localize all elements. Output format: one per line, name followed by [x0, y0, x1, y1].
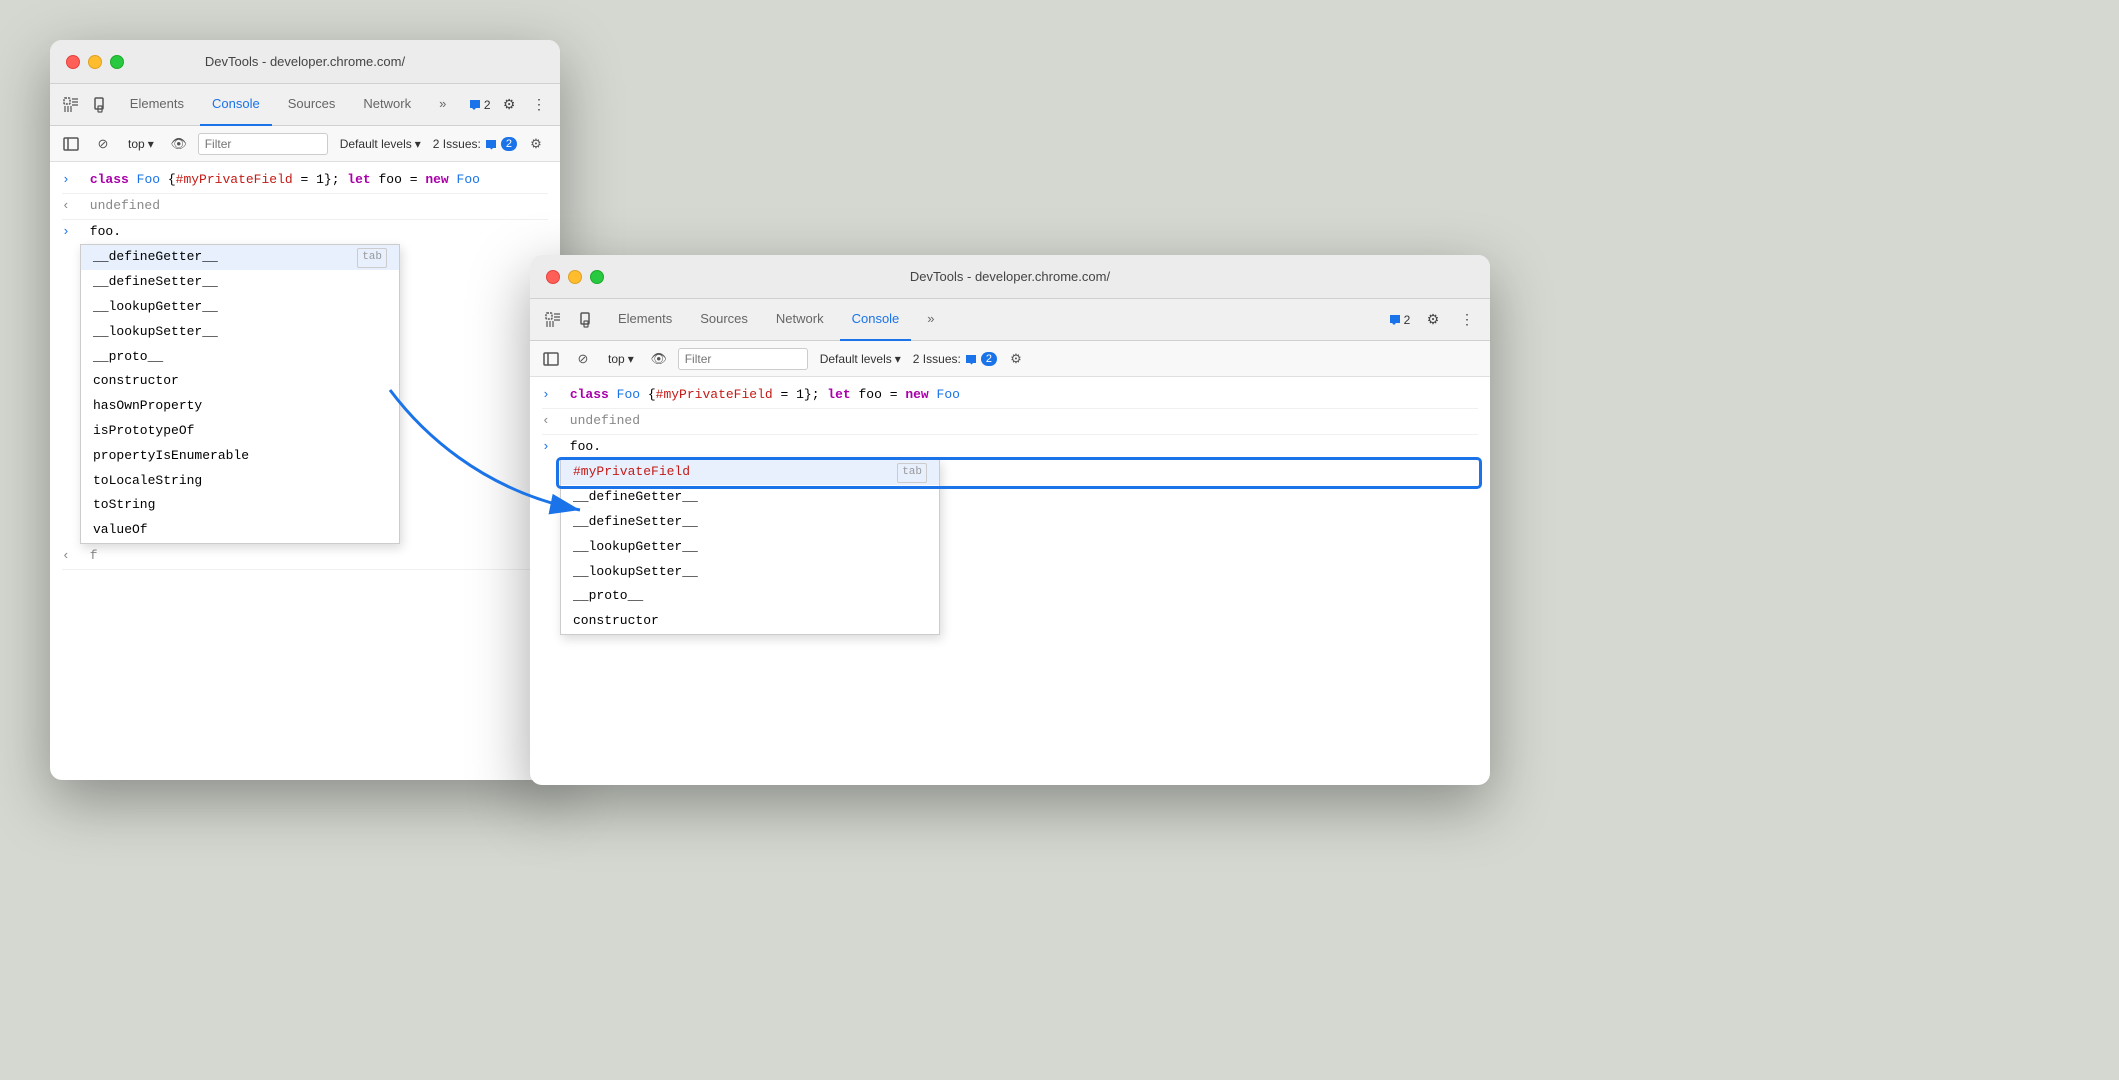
title-bar-2: DevTools - developer.chrome.com/ — [530, 255, 1490, 299]
arrow-2-3[interactable]: › — [542, 437, 556, 458]
issues-icon-1 — [485, 138, 497, 150]
autocomplete-item-1-3[interactable]: __lookupSetter__ — [81, 320, 399, 345]
arrow-2: ‹ — [62, 196, 76, 217]
tab-sources-2[interactable]: Sources — [688, 299, 760, 341]
autocomplete-item-1-4[interactable]: __proto__ — [81, 345, 399, 370]
autocomplete-item-2-0[interactable]: #myPrivateField tab — [561, 460, 939, 485]
autocomplete-2: #myPrivateField tab __defineGetter__ __d… — [560, 459, 940, 635]
console-content-1: › class Foo {#myPrivateField = 1}; let f… — [50, 162, 560, 576]
filter-input-1[interactable] — [198, 133, 328, 155]
autocomplete-item-1-1[interactable]: __defineSetter__ — [81, 270, 399, 295]
arrow-1[interactable]: › — [62, 170, 76, 191]
arrow-3[interactable]: › — [62, 222, 76, 243]
autocomplete-item-2-6[interactable]: constructor — [561, 609, 939, 634]
console-toolbar-2: ⊘ top ▾ 👁 Default levels ▾ 2 Issues: 2 ⚙ — [530, 341, 1490, 377]
autocomplete-item-1-11[interactable]: valueOf — [81, 518, 399, 543]
maximize-button-1[interactable] — [110, 55, 124, 69]
arrow-2-1[interactable]: › — [542, 385, 556, 406]
tab-bar-2: Elements Sources Network Console » 2 ⚙ ⋮ — [530, 299, 1490, 341]
tab-console-2[interactable]: Console — [840, 299, 912, 341]
inspect-icon-2[interactable] — [538, 305, 568, 335]
tab-network-1[interactable]: Network — [351, 84, 423, 126]
close-button-1[interactable] — [66, 55, 80, 69]
chat-button-2[interactable]: 2 — [1384, 305, 1414, 335]
tab-sources-1[interactable]: Sources — [276, 84, 348, 126]
badge-2: 2 — [1404, 313, 1411, 327]
window-title-2: DevTools - developer.chrome.com/ — [910, 269, 1110, 284]
console-content-2: › class Foo {#myPrivateField = 1}; let f… — [530, 377, 1490, 641]
badge-1: 2 — [484, 98, 491, 112]
autocomplete-item-1-7[interactable]: isPrototypeOf — [81, 419, 399, 444]
autocomplete-item-1-5[interactable]: constructor — [81, 369, 399, 394]
autocomplete-item-1-2[interactable]: __lookupGetter__ — [81, 295, 399, 320]
default-levels-1[interactable]: Default levels ▾ — [334, 135, 427, 153]
issues-badge-1: 2 Issues: 2 — [433, 137, 517, 151]
eye-button-2[interactable]: 👁 — [646, 346, 672, 372]
top-dropdown-2[interactable]: top ▾ — [602, 350, 640, 368]
settings-button-1[interactable]: ⚙ — [496, 90, 522, 120]
console-line-2-2: ‹ undefined — [542, 409, 1478, 435]
console-line-2: ‹ undefined — [62, 194, 548, 220]
eye-button-1[interactable]: 👁 — [166, 131, 192, 157]
tab-bar-1: Elements Console Sources Network » 2 ⚙ ⋮ — [50, 84, 560, 126]
console-line-2-3: › foo. — [542, 435, 1478, 460]
inspect-icon-1[interactable] — [58, 90, 84, 120]
console-line-1: › class Foo {#myPrivateField = 1}; let f… — [62, 168, 548, 194]
autocomplete-item-1-0[interactable]: __defineGetter__ tab — [81, 245, 399, 270]
autocomplete-item-2-2[interactable]: __defineSetter__ — [561, 510, 939, 535]
autocomplete-item-2-3[interactable]: __lookupGetter__ — [561, 535, 939, 560]
tab-elements-2[interactable]: Elements — [606, 299, 684, 341]
autocomplete-container-2: #myPrivateField tab __defineGetter__ __d… — [560, 459, 1478, 635]
sidebar-toggle-2[interactable] — [538, 346, 564, 372]
close-button-2[interactable] — [546, 270, 560, 284]
tab-more-1[interactable]: » — [427, 84, 458, 126]
minimize-button-2[interactable] — [568, 270, 582, 284]
clear-button-2[interactable]: ⊘ — [570, 346, 596, 372]
issues-count-2: 2 — [981, 352, 997, 366]
console-settings-1[interactable]: ⚙ — [523, 131, 549, 157]
tab-more-2[interactable]: » — [915, 299, 946, 341]
autocomplete-item-2-1[interactable]: __defineGetter__ — [561, 485, 939, 510]
chat-button-1[interactable]: 2 — [466, 90, 492, 120]
autocomplete-item-2-5[interactable]: __proto__ — [561, 584, 939, 609]
title-bar-1: DevTools - developer.chrome.com/ — [50, 40, 560, 84]
console-line-4: ‹ f — [62, 544, 548, 570]
autocomplete-1: __defineGetter__ tab __defineSetter__ __… — [80, 244, 400, 544]
device-icon-1[interactable] — [88, 90, 114, 120]
more-button-2[interactable]: ⋮ — [1452, 305, 1482, 335]
autocomplete-item-1-6[interactable]: hasOwnProperty — [81, 394, 399, 419]
window-title-1: DevTools - developer.chrome.com/ — [205, 54, 405, 69]
top-dropdown-1[interactable]: top ▾ — [122, 135, 160, 153]
arrow-4: ‹ — [62, 546, 76, 567]
tab-network-2[interactable]: Network — [764, 299, 836, 341]
clear-button-1[interactable]: ⊘ — [90, 131, 116, 157]
autocomplete-item-1-9[interactable]: toLocaleString — [81, 469, 399, 494]
device-icon-2[interactable] — [572, 305, 602, 335]
autocomplete-item-1-10[interactable]: toString — [81, 493, 399, 518]
devtools-window-1: DevTools - developer.chrome.com/ Element… — [50, 40, 560, 780]
console-settings-2[interactable]: ⚙ — [1003, 346, 1029, 372]
issues-icon-2 — [965, 353, 977, 365]
tab-console-1[interactable]: Console — [200, 84, 272, 126]
issues-count-1: 2 — [501, 137, 517, 151]
tab-elements-1[interactable]: Elements — [118, 84, 196, 126]
autocomplete-container-1: __defineGetter__ tab __defineSetter__ __… — [80, 244, 548, 544]
settings-button-2[interactable]: ⚙ — [1418, 305, 1448, 335]
minimize-button-1[interactable] — [88, 55, 102, 69]
issues-badge-2: 2 Issues: 2 — [913, 352, 997, 366]
maximize-button-2[interactable] — [590, 270, 604, 284]
console-line-2-1: › class Foo {#myPrivateField = 1}; let f… — [542, 383, 1478, 409]
traffic-lights-2 — [546, 270, 604, 284]
default-levels-2[interactable]: Default levels ▾ — [814, 350, 907, 368]
traffic-lights-1 — [66, 55, 124, 69]
console-line-3: › foo. — [62, 220, 548, 245]
more-button-1[interactable]: ⋮ — [526, 90, 552, 120]
devtools-window-2: DevTools - developer.chrome.com/ Element… — [530, 255, 1490, 785]
sidebar-toggle-1[interactable] — [58, 131, 84, 157]
console-toolbar-1: ⊘ top ▾ 👁 Default levels ▾ 2 Issues: 2 ⚙ — [50, 126, 560, 162]
filter-input-2[interactable] — [678, 348, 808, 370]
arrow-2-2: ‹ — [542, 411, 556, 432]
autocomplete-item-2-4[interactable]: __lookupSetter__ — [561, 560, 939, 585]
autocomplete-item-1-8[interactable]: propertyIsEnumerable — [81, 444, 399, 469]
